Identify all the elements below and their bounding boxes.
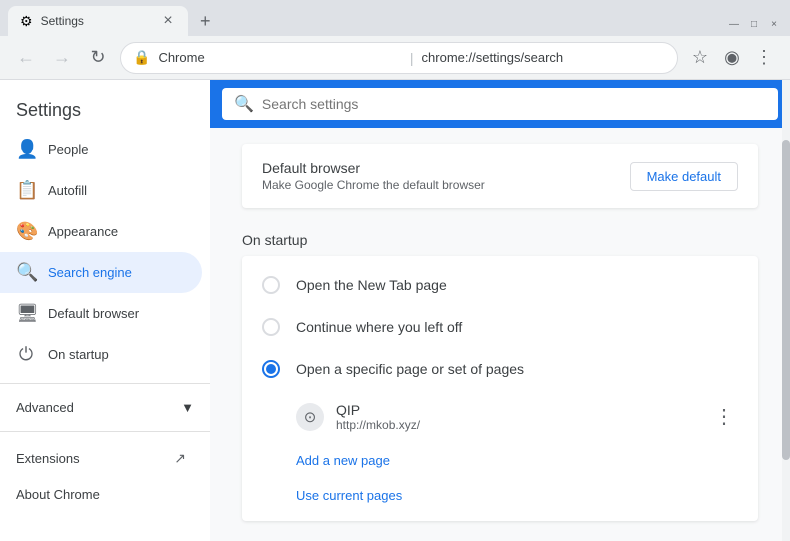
settings-body: Settings 👤 People 📋 Autofill 🎨 Appearanc… xyxy=(0,80,790,541)
advanced-chevron-icon: ▼ xyxy=(181,400,194,415)
sidebar-item-default-browser[interactable]: 🖥 Default browser xyxy=(0,293,202,334)
default-browser-subtitle: Make Google Chrome the default browser xyxy=(262,178,485,192)
sidebar-item-on-startup[interactable]: ⏻ On startup xyxy=(0,334,202,375)
window-controls: — □ × xyxy=(726,16,782,36)
chrome-menu-icon[interactable]: ⋮ xyxy=(750,44,778,72)
default-browser-card: Default browser Make Google Chrome the d… xyxy=(242,144,758,208)
sidebar-item-search-engine[interactable]: 🔍 Search engine xyxy=(0,252,202,293)
tab-close-icon[interactable]: × xyxy=(160,13,176,29)
radio-option-new-tab[interactable]: Open the New Tab page xyxy=(242,264,758,306)
external-link-icon: ↗ xyxy=(174,450,186,467)
use-current-pages-button[interactable]: Use current pages xyxy=(242,478,758,513)
minimize-button[interactable]: — xyxy=(726,16,742,32)
radio-option-specific-page[interactable]: Open a specific page or set of pages xyxy=(242,348,758,390)
startup-page-entry: ⊙ QIP http://mkob.xyz/ ⋮ xyxy=(242,390,758,443)
bookmark-icon[interactable]: ☆ xyxy=(686,44,714,72)
on-startup-section-title: On startup xyxy=(242,232,758,248)
page-name: QIP xyxy=(336,402,698,418)
scrollbar-thumb[interactable] xyxy=(782,140,790,460)
active-tab[interactable]: ⚙ Settings × xyxy=(8,6,188,36)
sidebar-item-extensions[interactable]: Extensions ↗ xyxy=(0,440,202,477)
back-button[interactable]: ← xyxy=(12,44,40,72)
sidebar-divider xyxy=(0,383,210,384)
search-bar[interactable]: 🔍 xyxy=(222,88,778,120)
radio-continue[interactable] xyxy=(262,318,280,336)
sidebar-item-appearance[interactable]: 🎨 Appearance xyxy=(0,211,202,252)
globe-icon: ⊙ xyxy=(304,408,317,426)
people-icon: 👤 xyxy=(16,139,36,160)
title-bar: ⚙ Settings × + — □ × xyxy=(0,0,790,36)
content-area: Default browser Make Google Chrome the d… xyxy=(210,128,790,541)
sidebar-item-autofill-label: Autofill xyxy=(48,183,87,198)
sidebar-item-appearance-label: Appearance xyxy=(48,224,118,239)
default-browser-icon: 🖥 xyxy=(16,303,36,324)
account-icon[interactable]: ◉ xyxy=(718,44,746,72)
radio-specific-page-label: Open a specific page or set of pages xyxy=(296,361,524,377)
search-bar-wrapper: 🔍 xyxy=(210,80,790,128)
radio-continue-label: Continue where you left off xyxy=(296,319,462,335)
add-new-page-button[interactable]: Add a new page xyxy=(242,443,758,478)
radio-new-tab[interactable] xyxy=(262,276,280,294)
new-tab-button[interactable]: + xyxy=(196,7,215,36)
secure-icon: 🔒 xyxy=(133,49,150,66)
sidebar: Settings 👤 People 📋 Autofill 🎨 Appearanc… xyxy=(0,80,210,541)
on-startup-icon: ⏻ xyxy=(16,344,36,365)
advanced-label: Advanced xyxy=(16,400,74,415)
page-globe-icon: ⊙ xyxy=(296,403,324,431)
sidebar-item-extensions-label: Extensions xyxy=(16,451,80,466)
main-content: 🔍 Default browser Make Google Chrome the… xyxy=(210,80,790,541)
refresh-button[interactable]: ↻ xyxy=(84,44,112,72)
close-window-button[interactable]: × xyxy=(766,16,782,32)
page-options-icon[interactable]: ⋮ xyxy=(710,400,738,433)
sidebar-item-people-label: People xyxy=(48,142,88,157)
radio-option-continue[interactable]: Continue where you left off xyxy=(242,306,758,348)
default-browser-text: Default browser Make Google Chrome the d… xyxy=(262,160,485,192)
appearance-icon: 🎨 xyxy=(16,221,36,242)
sidebar-title: Settings xyxy=(0,88,210,129)
address-bar[interactable]: 🔒 Chrome | chrome://settings/search xyxy=(120,42,678,74)
tab-favicon: ⚙ xyxy=(20,13,33,30)
forward-button[interactable]: → xyxy=(48,44,76,72)
sidebar-item-default-browser-label: Default browser xyxy=(48,306,139,321)
autofill-icon: 📋 xyxy=(16,180,36,201)
search-input[interactable] xyxy=(262,96,766,112)
radio-new-tab-label: Open the New Tab page xyxy=(296,277,447,293)
omnibar: ← → ↻ 🔒 Chrome | chrome://settings/searc… xyxy=(0,36,790,80)
address-site: Chrome xyxy=(158,50,401,65)
tab-title: Settings xyxy=(41,14,152,28)
startup-options-card: Open the New Tab page Continue where you… xyxy=(242,256,758,521)
sidebar-divider-2 xyxy=(0,431,210,432)
advanced-section-toggle[interactable]: Advanced ▼ xyxy=(0,392,210,423)
page-info: QIP http://mkob.xyz/ xyxy=(336,402,698,432)
sidebar-item-about-label: About Chrome xyxy=(16,487,100,502)
sidebar-item-people[interactable]: 👤 People xyxy=(0,129,202,170)
radio-specific-page[interactable] xyxy=(262,360,280,378)
address-url: chrome://settings/search xyxy=(422,50,665,65)
omnibar-right: ☆ ◉ ⋮ xyxy=(686,44,778,72)
browser-frame: ⚙ Settings × + — □ × ← → ↻ 🔒 Chrome | ch… xyxy=(0,0,790,541)
maximize-button[interactable]: □ xyxy=(746,16,762,32)
scrollbar-track xyxy=(782,80,790,541)
page-url: http://mkob.xyz/ xyxy=(336,418,698,432)
sidebar-item-on-startup-label: On startup xyxy=(48,347,109,362)
sidebar-item-autofill[interactable]: 📋 Autofill xyxy=(0,170,202,211)
sidebar-item-search-engine-label: Search engine xyxy=(48,265,132,280)
search-engine-icon: 🔍 xyxy=(16,262,36,283)
address-divider: | xyxy=(410,50,414,66)
search-icon: 🔍 xyxy=(234,94,254,114)
make-default-button[interactable]: Make default xyxy=(630,162,738,191)
sidebar-item-about[interactable]: About Chrome xyxy=(0,477,202,512)
default-browser-title: Default browser xyxy=(262,160,485,176)
